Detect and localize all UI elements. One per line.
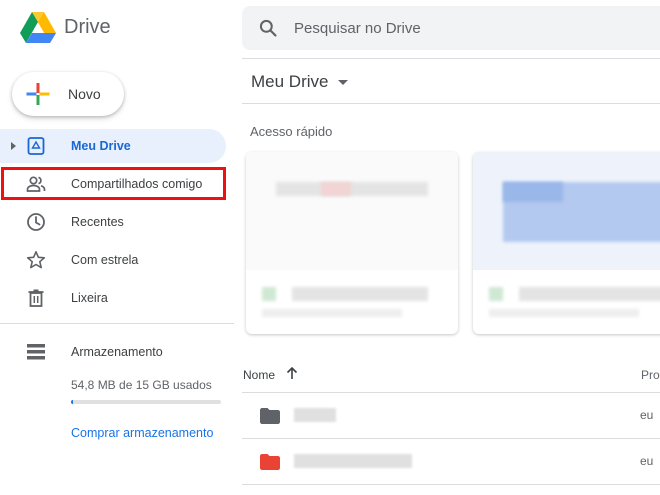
header-divider: [242, 58, 660, 59]
file-owner: eu: [640, 454, 654, 468]
search-icon[interactable]: [258, 18, 278, 38]
sidebar-item-label: Recentes: [71, 215, 124, 229]
storage-label[interactable]: Armazenamento: [71, 345, 163, 359]
clock-icon: [27, 213, 45, 231]
list-divider: [242, 392, 660, 393]
search-bar[interactable]: [242, 6, 660, 50]
buy-storage-link[interactable]: Comprar armazenamento: [71, 426, 213, 440]
storage-usage-text: 54,8 MB de 15 GB usados: [71, 378, 212, 392]
file-name-redacted: [294, 408, 336, 422]
sidebar-item-label: Meu Drive: [71, 139, 131, 153]
plus-icon: [26, 83, 50, 105]
column-header-owner[interactable]: Pro: [641, 368, 660, 382]
folder-icon: [260, 454, 280, 470]
sidebar-item-starred[interactable]: Com estrela: [0, 243, 226, 277]
sidebar-item-recent[interactable]: Recentes: [0, 205, 226, 239]
google-drive-logo-icon[interactable]: [20, 12, 56, 44]
sidebar-item-label: Com estrela: [71, 253, 139, 267]
sidebar-divider: [0, 323, 234, 324]
sidebar-item-my-drive[interactable]: Meu Drive: [0, 129, 226, 163]
new-button-label: Novo: [68, 86, 101, 102]
new-button[interactable]: Novo: [12, 72, 124, 116]
file-name-redacted: [294, 454, 412, 468]
file-thumbnail: [473, 152, 660, 270]
expand-caret-icon[interactable]: [11, 142, 16, 150]
storage-progress-bar: [71, 400, 221, 404]
sidebar-item-trash[interactable]: Lixeira: [0, 281, 226, 315]
drive-folder-icon: [27, 137, 45, 155]
list-divider: [242, 438, 660, 439]
file-list-header: Nome Pro: [242, 366, 660, 392]
arrow-up-icon[interactable]: [285, 366, 299, 380]
quick-access-label: Acesso rápido: [250, 124, 333, 139]
storage-icon: [27, 344, 45, 360]
trash-icon: [28, 289, 44, 307]
storage-progress-fill: [71, 400, 74, 404]
list-divider: [242, 484, 660, 485]
file-row[interactable]: eu: [242, 440, 660, 484]
chevron-down-icon[interactable]: [338, 80, 348, 85]
quick-access-card[interactable]: [473, 152, 660, 334]
file-row[interactable]: eu: [242, 394, 660, 438]
main-divider: [242, 103, 660, 104]
folder-icon: [260, 408, 280, 424]
star-icon: [26, 250, 46, 269]
app-brand[interactable]: Drive: [64, 16, 111, 39]
search-input[interactable]: [294, 6, 634, 50]
file-thumbnail: [246, 152, 458, 270]
highlight-box: [1, 167, 226, 200]
page-title[interactable]: Meu Drive: [251, 72, 328, 92]
sidebar-item-label: Lixeira: [71, 291, 108, 305]
quick-access-card[interactable]: [246, 152, 458, 334]
file-owner: eu: [640, 408, 654, 422]
column-header-name[interactable]: Nome: [243, 368, 275, 382]
